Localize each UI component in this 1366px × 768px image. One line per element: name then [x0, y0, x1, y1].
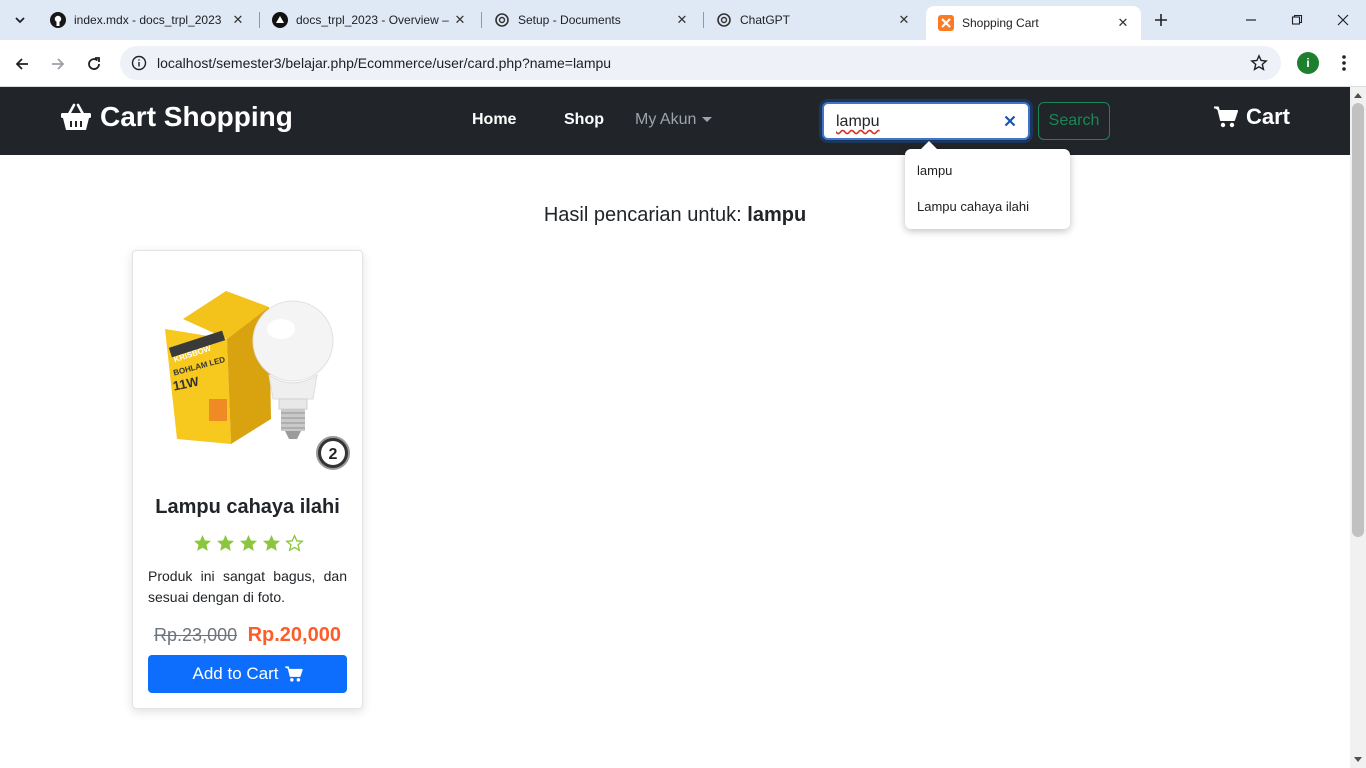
browser-tabstrip: index.mdx - docs_trpl_2023 ✕ docs_trpl_2…	[0, 0, 1366, 40]
nav-account-label: My Akun	[635, 111, 697, 128]
close-icon[interactable]: ✕	[672, 10, 692, 30]
more-vert-icon	[1342, 55, 1346, 71]
scroll-down-icon[interactable]	[1354, 757, 1362, 762]
close-icon[interactable]: ✕	[450, 10, 470, 30]
openai-icon	[494, 12, 510, 28]
plus-icon	[1155, 14, 1167, 26]
product-name: Lampu cahaya ilahi	[155, 496, 340, 518]
cart-link[interactable]: Cart	[1214, 104, 1290, 130]
nav-account-dropdown[interactable]: My Akun	[635, 111, 713, 129]
tab-title: Setup - Documents	[518, 13, 621, 27]
xampp-icon	[938, 15, 954, 31]
basket-icon	[60, 102, 92, 132]
vercel-icon	[272, 12, 288, 28]
site-navbar: Cart Shopping Home Shop My Akun lampu Se…	[0, 87, 1350, 155]
arrow-right-icon	[52, 58, 65, 70]
tab-search-button[interactable]	[6, 6, 34, 34]
tab-title: index.mdx - docs_trpl_2023	[74, 13, 222, 27]
tab-vercel[interactable]: docs_trpl_2023 - Overview – ✕	[260, 6, 478, 34]
new-tab-button[interactable]	[1149, 8, 1173, 32]
restore-button[interactable]	[1274, 0, 1320, 40]
scrollbar-thumb[interactable]	[1352, 103, 1364, 537]
product-image[interactable]: KRISBOW BOHLAM LED 11W 2	[151, 279, 351, 474]
scroll-up-icon[interactable]	[1354, 93, 1362, 98]
star-empty-icon	[285, 534, 304, 552]
forward-button[interactable]	[44, 50, 72, 78]
minimize-button[interactable]	[1228, 0, 1274, 40]
profile-avatar[interactable]: i	[1297, 52, 1319, 74]
close-window-button[interactable]	[1320, 0, 1366, 40]
warranty-badge-number: 2	[329, 446, 338, 463]
address-bar[interactable]: localhost/semester3/belajar.php/Ecommerc…	[120, 46, 1281, 80]
nav-shop[interactable]: Shop	[564, 111, 604, 129]
arrow-left-icon	[15, 58, 28, 70]
autocomplete-option[interactable]: lampu	[917, 163, 952, 178]
tab-github[interactable]: index.mdx - docs_trpl_2023 ✕	[38, 6, 256, 34]
tab-title: ChatGPT	[740, 13, 791, 27]
search-input[interactable]: lampu	[822, 102, 1030, 140]
cart-label: Cart	[1246, 104, 1291, 129]
product-prices: Rp.23,000 Rp.20,000	[133, 624, 362, 647]
chevron-down-icon	[15, 17, 25, 24]
tab-title: Shopping Cart	[962, 16, 1039, 30]
nav-home[interactable]: Home	[472, 111, 516, 129]
result-prefix: Hasil pencarian untuk:	[543, 204, 742, 226]
close-icon[interactable]: ✕	[228, 10, 248, 30]
product-card: KRISBOW BOHLAM LED 11W 2 Lampu cahaya il…	[132, 250, 363, 709]
star-filled-icon	[193, 534, 212, 551]
browser-menu-button[interactable]	[1334, 50, 1354, 76]
close-icon[interactable]: ✕	[894, 10, 914, 30]
clear-search-icon[interactable]	[1002, 113, 1018, 129]
star-filled-icon	[262, 534, 281, 551]
minimize-icon	[1246, 19, 1256, 21]
openai-icon	[716, 12, 732, 28]
brand-title: Cart Shopping	[100, 101, 293, 132]
search-input-value: lampu	[836, 113, 880, 130]
dropdown-arrow	[921, 141, 937, 149]
github-icon	[50, 12, 66, 28]
back-button[interactable]	[8, 50, 36, 78]
reload-button[interactable]	[80, 50, 108, 78]
search-button[interactable]: Search	[1038, 102, 1110, 140]
search-result-heading: Hasil pencarian untuk: lampu	[0, 204, 1350, 227]
star-filled-icon	[239, 534, 258, 551]
result-query: lampu	[747, 204, 807, 226]
browser-toolbar: localhost/semester3/belajar.php/Ecommerc…	[0, 40, 1366, 87]
product-description: Produk ini sangat bagus, dan sesuai deng…	[148, 568, 347, 605]
tab-chatgpt[interactable]: ChatGPT ✕	[704, 6, 922, 34]
star-filled-icon	[216, 534, 235, 551]
site-info-icon[interactable]	[130, 54, 148, 72]
product-old-price: Rp.23,000	[154, 625, 238, 645]
close-icon	[1337, 14, 1349, 26]
brand-link[interactable]: Cart Shopping	[60, 101, 293, 133]
tab-shopping-cart[interactable]: Shopping Cart ✕	[926, 6, 1141, 40]
bookmark-star-icon[interactable]	[1249, 53, 1269, 73]
close-icon[interactable]: ✕	[1113, 13, 1133, 33]
cart-icon	[1214, 106, 1238, 128]
page-scrollbar[interactable]	[1350, 87, 1366, 768]
add-to-cart-label: Add to Cart	[192, 664, 279, 683]
url-text: localhost/semester3/belajar.php/Ecommerc…	[157, 55, 612, 71]
add-to-cart-button[interactable]: Add to Cart	[148, 655, 347, 693]
reload-icon	[88, 57, 100, 70]
cart-icon	[284, 666, 303, 682]
restore-icon	[1291, 14, 1303, 25]
tab-title: docs_trpl_2023 - Overview –	[296, 13, 449, 27]
tab-setup-documents[interactable]: Setup - Documents ✕	[482, 6, 700, 34]
caret-down-icon	[702, 117, 713, 123]
product-rating	[193, 534, 304, 552]
product-price: Rp.20,000	[247, 624, 341, 646]
